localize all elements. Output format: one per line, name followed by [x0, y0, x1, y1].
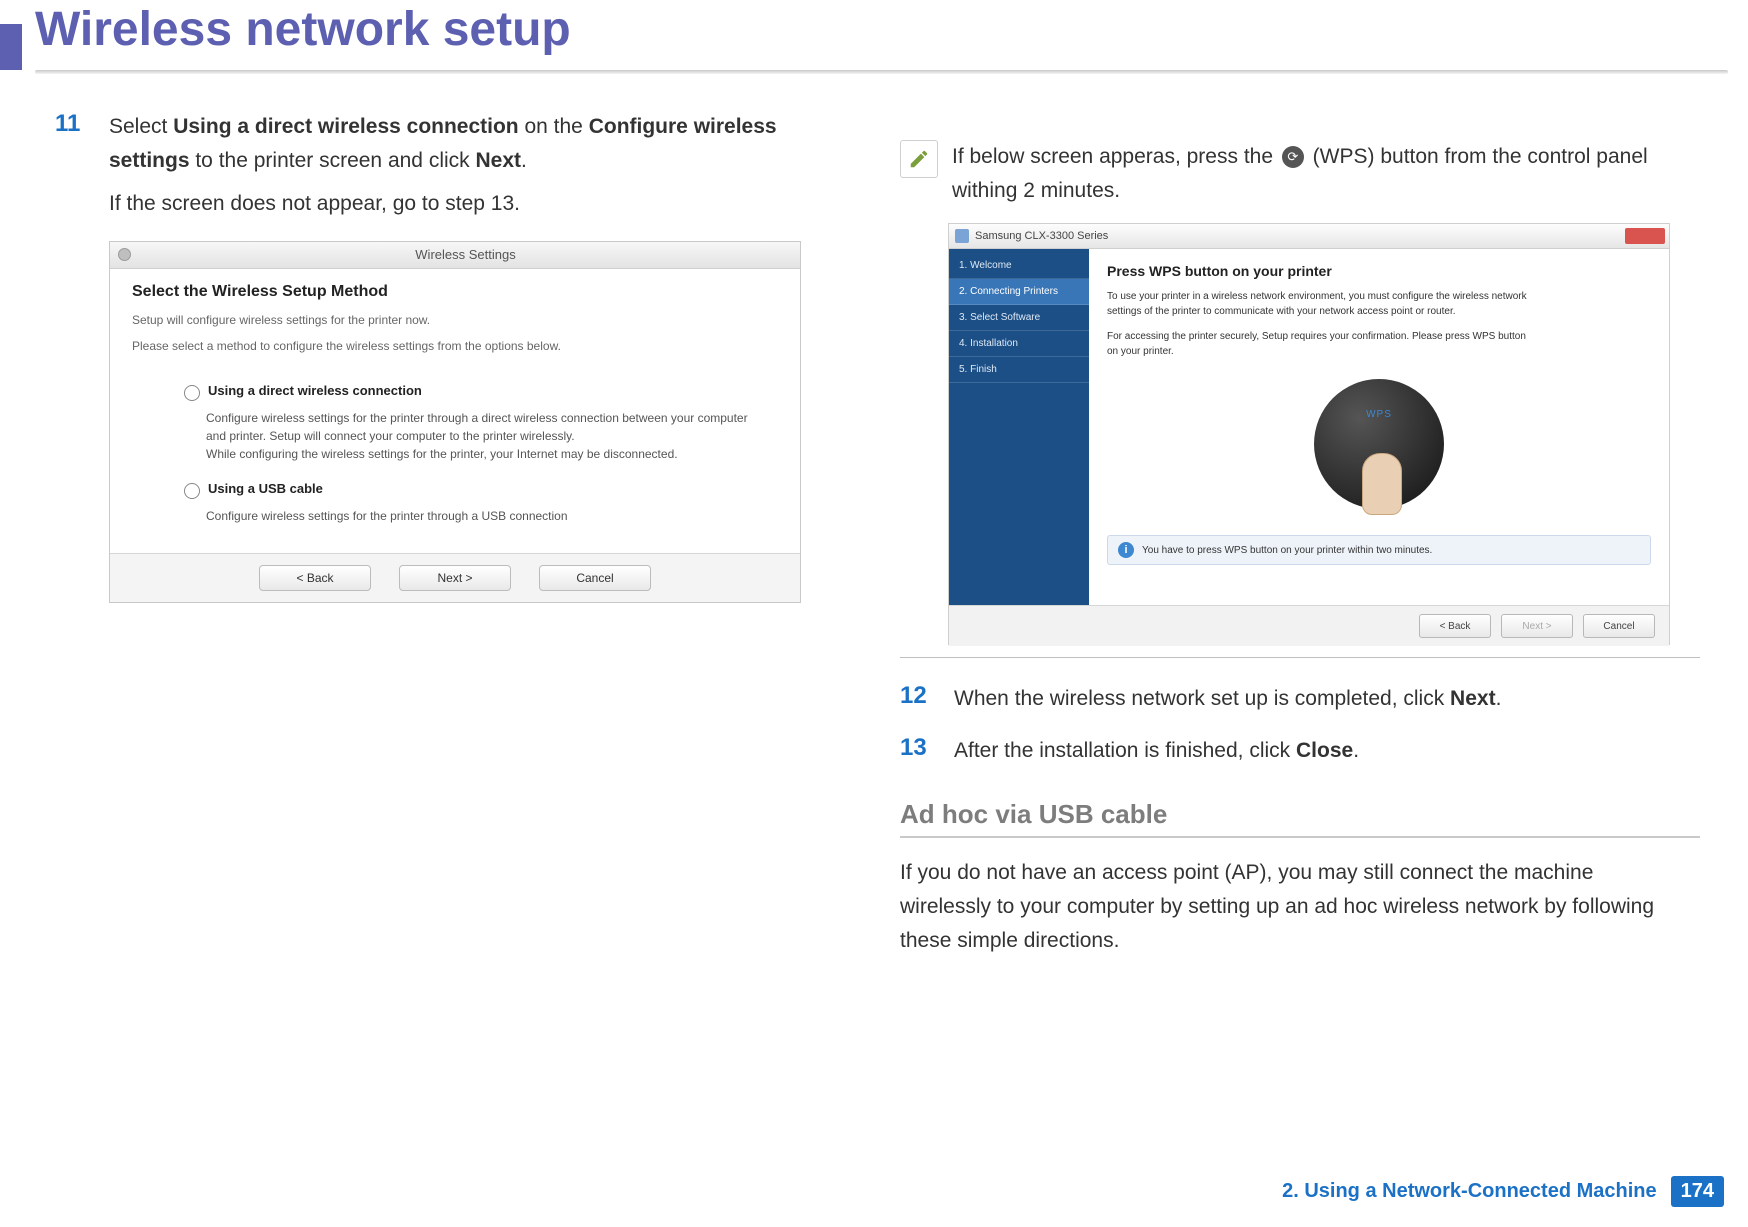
- text: After the installation is finished, clic…: [954, 739, 1296, 762]
- dialog-heading: Press WPS button on your printer: [1107, 263, 1651, 279]
- option-label: Using a USB cable: [208, 481, 323, 496]
- text-bold: Close: [1296, 739, 1353, 762]
- chapter-label: 2. Using a Network-Connected Machine: [1282, 1180, 1657, 1203]
- radio-icon[interactable]: [184, 385, 200, 401]
- back-button[interactable]: < Back: [1419, 614, 1491, 638]
- text: .: [521, 149, 527, 172]
- option-direct-wireless[interactable]: Using a direct wireless connection: [184, 383, 778, 401]
- wps-icon: ⟳: [1282, 146, 1304, 168]
- cancel-button[interactable]: Cancel: [539, 565, 651, 591]
- close-icon[interactable]: [1625, 228, 1665, 244]
- window-close-icon[interactable]: [118, 248, 131, 261]
- divider: [900, 657, 1700, 658]
- sidebar-item[interactable]: 3. Select Software: [949, 305, 1089, 331]
- dialog-heading: Select the Wireless Setup Method: [132, 283, 778, 301]
- pencil-icon: [908, 148, 930, 170]
- dialog-button-bar: < Back Next > Cancel: [110, 553, 800, 602]
- note-text: If below screen apperas, press the ⟳ (WP…: [952, 140, 1700, 207]
- window-title: Samsung CLX-3300 Series: [975, 230, 1108, 242]
- left-column: 11 Select Using a direct wireless connec…: [55, 110, 855, 603]
- dialog-button-bar: < Back Next > Cancel: [949, 605, 1669, 646]
- sidebar-item[interactable]: 4. Installation: [949, 331, 1089, 357]
- option-desc: Configure wireless settings for the prin…: [206, 409, 766, 463]
- screenshot-wireless-settings: Wireless Settings Select the Wireless Se…: [109, 241, 801, 603]
- text: to the printer screen and click: [190, 149, 476, 172]
- dialog-main: Press WPS button on your printer To use …: [1089, 249, 1669, 605]
- dialog-body: 1. Welcome 2. Connecting Printers 3. Sel…: [949, 249, 1669, 605]
- text-bold: Next: [476, 149, 522, 172]
- sidebar-item[interactable]: 1. Welcome: [949, 253, 1089, 279]
- option-label: Using a direct wireless connection: [208, 383, 422, 398]
- cancel-button[interactable]: Cancel: [1583, 614, 1655, 638]
- wps-illustration: WPS: [1314, 379, 1444, 509]
- window-title: Wireless Settings: [131, 247, 800, 262]
- step-number: 11: [55, 110, 91, 221]
- dialog-sub1: Setup will configure wireless settings f…: [132, 313, 778, 327]
- text: If below screen apperas, press the: [952, 145, 1279, 168]
- sidebar-item[interactable]: 2. Connecting Printers: [949, 279, 1089, 305]
- options: Using a direct wireless connection Confi…: [132, 383, 778, 525]
- section-heading: Ad hoc via USB cable: [900, 799, 1700, 830]
- text: .: [1353, 739, 1359, 762]
- wps-label: WPS: [1314, 409, 1444, 420]
- text: Select: [109, 115, 173, 138]
- page-number: 174: [1671, 1176, 1724, 1207]
- page-title: Wireless network setup: [35, 2, 571, 57]
- step-12: 12 When the wireless network set up is c…: [900, 682, 1700, 716]
- note-icon: [900, 140, 938, 178]
- step-body: When the wireless network set up is comp…: [954, 682, 1501, 716]
- section-para: If you do not have an access point (AP),…: [900, 856, 1690, 957]
- dialog-body: Select the Wireless Setup Method Setup w…: [110, 269, 800, 553]
- accent-bar: [0, 24, 22, 70]
- text: on the: [519, 115, 589, 138]
- page-footer: 2. Using a Network-Connected Machine 174: [1282, 1176, 1724, 1207]
- finger-icon: [1362, 453, 1402, 515]
- step-body: After the installation is finished, clic…: [954, 734, 1359, 768]
- info-banner: i You have to press WPS button on your p…: [1107, 535, 1651, 565]
- text-bold: Using a direct wireless connection: [173, 115, 518, 138]
- back-button[interactable]: < Back: [259, 565, 371, 591]
- text: When the wireless network set up is comp…: [954, 687, 1450, 710]
- step-number: 13: [900, 734, 936, 768]
- dialog-para: To use your printer in a wireless networ…: [1107, 289, 1537, 319]
- step-number: 12: [900, 682, 936, 716]
- step-subtext: If the screen does not appear, go to ste…: [109, 187, 829, 221]
- dialog-para: For accessing the printer securely, Setu…: [1107, 329, 1537, 359]
- info-icon: i: [1118, 542, 1134, 558]
- step-body: Select Using a direct wireless connectio…: [109, 110, 829, 221]
- text-bold: Next: [1450, 687, 1496, 710]
- section-rule: [900, 836, 1700, 838]
- page: Wireless network setup 11 Select Using a…: [0, 0, 1748, 1227]
- app-icon: [955, 229, 969, 243]
- screenshot-wps-dialog: Samsung CLX-3300 Series 1. Welcome 2. Co…: [948, 223, 1670, 645]
- next-button[interactable]: Next >: [1501, 614, 1573, 638]
- next-button[interactable]: Next >: [399, 565, 511, 591]
- option-desc: Configure wireless settings for the prin…: [206, 507, 766, 525]
- text: .: [1496, 687, 1502, 710]
- title-rule: [35, 70, 1728, 74]
- note-callout: If below screen apperas, press the ⟳ (WP…: [900, 140, 1700, 207]
- step-13: 13 After the installation is finished, c…: [900, 734, 1700, 768]
- win-titlebar: Samsung CLX-3300 Series: [949, 224, 1669, 249]
- info-text: You have to press WPS button on your pri…: [1142, 545, 1432, 556]
- right-column: If below screen apperas, press the ⟳ (WP…: [900, 110, 1700, 957]
- radio-icon[interactable]: [184, 483, 200, 499]
- sidebar-item[interactable]: 5. Finish: [949, 357, 1089, 383]
- mac-titlebar: Wireless Settings: [110, 242, 800, 269]
- step-11: 11 Select Using a direct wireless connec…: [55, 110, 855, 221]
- option-usb-cable[interactable]: Using a USB cable: [184, 481, 778, 499]
- wizard-sidebar: 1. Welcome 2. Connecting Printers 3. Sel…: [949, 249, 1089, 605]
- dialog-sub2: Please select a method to configure the …: [132, 339, 778, 353]
